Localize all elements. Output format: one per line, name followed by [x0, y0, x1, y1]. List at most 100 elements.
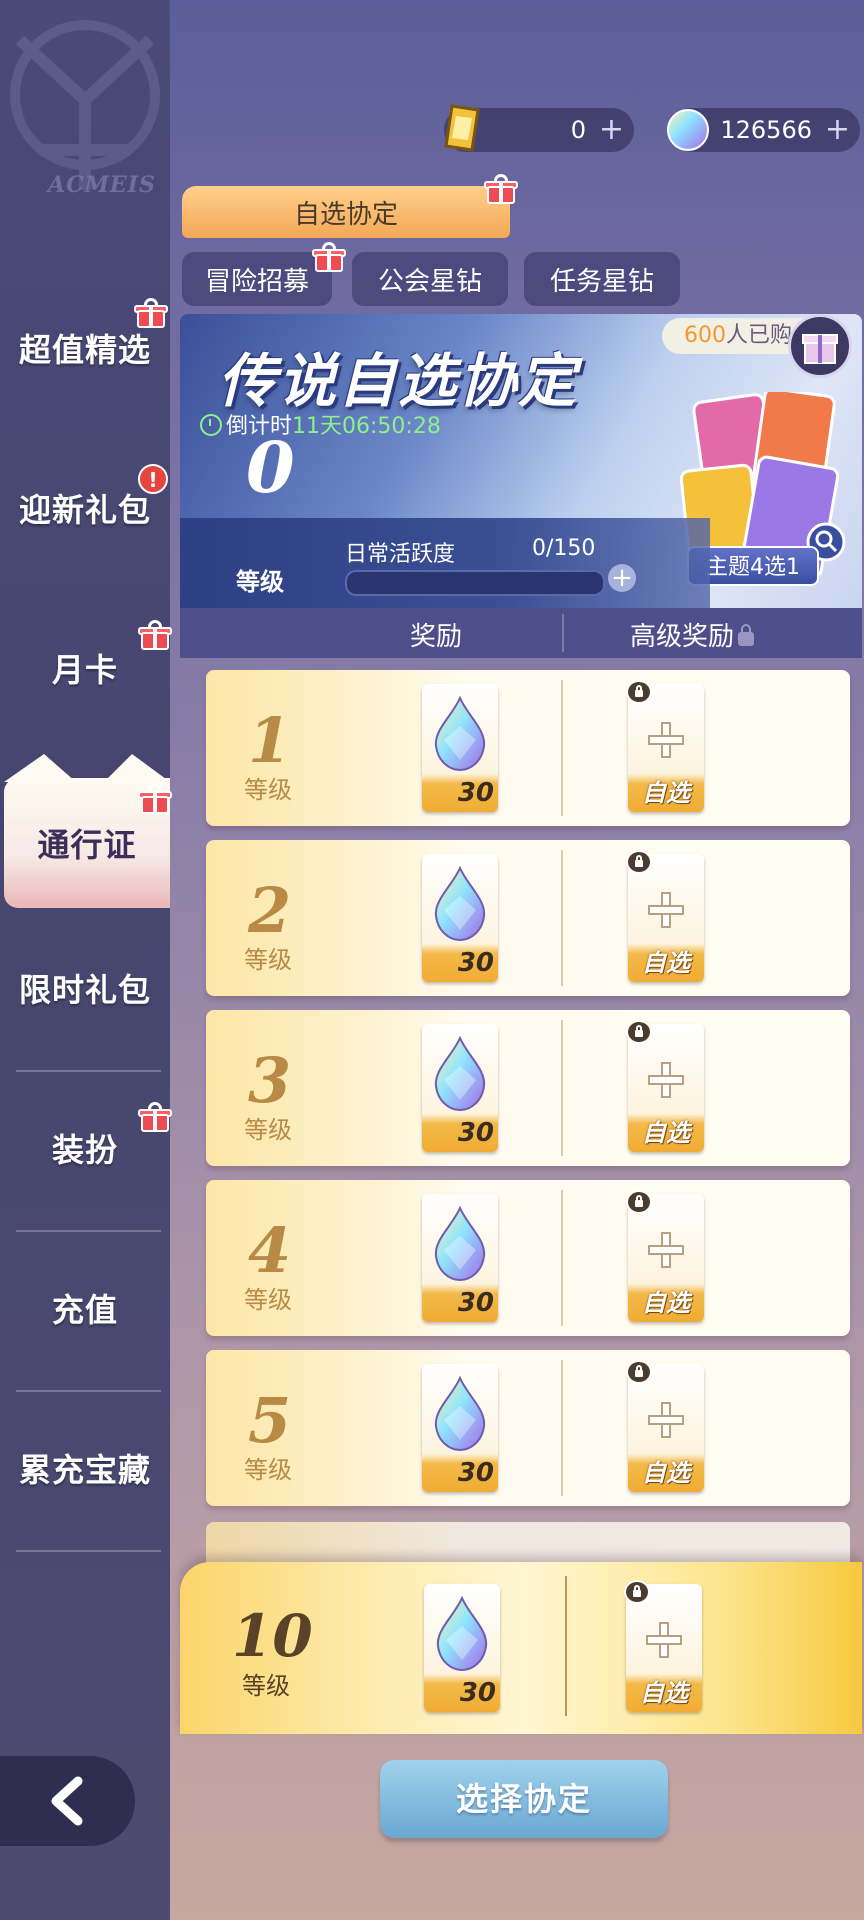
purchase-suffix: 人已购 [725, 323, 792, 348]
gift-icon [312, 242, 346, 272]
level-number: 10 [232, 1602, 313, 1670]
sidebar-item-label: 充值 [51, 1291, 118, 1329]
sidebar-item-recharge[interactable]: 充值 [0, 1228, 170, 1388]
countdown-time: 11天06:50:28 [292, 414, 441, 439]
level-label: 等级 [244, 1456, 292, 1484]
gift-box-button[interactable] [788, 314, 852, 378]
sidebar-item-monthly-card[interactable]: 月卡 [0, 588, 170, 748]
add-activity-button[interactable]: + [608, 564, 636, 592]
premium-reward-label: 自选 [642, 949, 690, 977]
sidebar-item-outfit[interactable]: 装扮 [0, 1068, 170, 1228]
gift-icon [484, 174, 518, 204]
currency-gold-ticket: 0 + [444, 104, 634, 152]
premium-reward-label: 自选 [642, 779, 690, 807]
level-row: 5 等级 30 自选 [206, 1350, 850, 1506]
row-divider [565, 1576, 567, 1716]
level-row: 4 等级 30 自选 [206, 1180, 850, 1336]
level-label: 等级 [244, 776, 292, 804]
sidebar-item-label: 迎新礼包 [18, 491, 151, 529]
sidebar-item-label: 装扮 [51, 1131, 118, 1169]
level-number: 4 [248, 1214, 292, 1287]
level-label: 等级 [244, 946, 292, 974]
row-divider [561, 1360, 563, 1496]
pass-banner: 传说自选协定 倒计时11天06:50:28 600人已购 主题4选1 0 等级 … [180, 314, 862, 608]
lock-icon [624, 1580, 650, 1604]
tab-guild-star-diamond[interactable]: 公会星钻 [352, 252, 508, 306]
premium-reward-header-label: 高级奖励 [630, 622, 735, 652]
premium-reward-card[interactable]: 自选 [626, 680, 704, 812]
sidebar: ACMEIS 超值精选 迎新礼包 ! 月卡 通行证 限时礼包 装扮 充值 累充宝… [0, 0, 172, 1920]
tab-custom-pact[interactable]: 自选协定 [182, 186, 510, 238]
sidebar-item-cumulative-treasure[interactable]: 累充宝藏 [0, 1388, 170, 1548]
level-row: 1 等级 30 自选 [206, 670, 850, 826]
back-button[interactable] [0, 1756, 135, 1846]
free-reward-card[interactable]: 30 [422, 854, 498, 982]
activity-progress-bar [345, 570, 605, 596]
choice-plus-icon [648, 1402, 684, 1438]
free-reward-card[interactable]: 30 [422, 684, 498, 812]
clock-icon [200, 414, 222, 436]
level-row: 2 等级 30 自选 [206, 840, 850, 996]
free-reward-card[interactable]: 30 [422, 1194, 498, 1322]
tab-adventure-recruit[interactable]: 冒险招募 [182, 252, 332, 306]
premium-reward-card[interactable]: 自选 [626, 1190, 704, 1322]
star-diamond-icon [434, 1036, 486, 1112]
sidebar-item-limited-pack[interactable]: 限时礼包 [0, 908, 170, 1068]
premium-reward-label: 自选 [642, 1119, 690, 1147]
activity-value: 0/150 [532, 536, 596, 561]
sidebar-item-value-picks[interactable]: 超值精选 [0, 268, 170, 428]
reward-count: 30 [457, 778, 494, 808]
header-divider [562, 614, 564, 652]
reward-count: 30 [457, 1458, 494, 1488]
reward-count: 30 [459, 1678, 496, 1708]
free-reward-card[interactable]: 30 [422, 1024, 498, 1152]
free-reward-card[interactable]: 30 [424, 1584, 500, 1712]
tab-task-star-diamond[interactable]: 任务星钻 [524, 252, 680, 306]
lock-icon [626, 1360, 652, 1384]
row-divider [561, 850, 563, 986]
premium-reward-header: 高级奖励 [630, 616, 755, 653]
premium-reward-card[interactable]: 自选 [626, 1360, 704, 1492]
alert-badge: ! [138, 464, 168, 494]
level-label: 等级 [244, 1286, 292, 1314]
free-reward-card[interactable]: 30 [422, 1364, 498, 1492]
current-level: 0 [246, 426, 295, 509]
star-diamond-icon [667, 109, 709, 151]
premium-reward-card[interactable]: 自选 [624, 1580, 702, 1712]
purchase-number: 600 [683, 323, 726, 348]
choice-plus-icon [646, 1622, 682, 1658]
sidebar-item-label: 累充宝藏 [18, 1451, 151, 1489]
row-divider [561, 1020, 563, 1156]
lock-icon [626, 1020, 652, 1044]
lock-icon [626, 850, 652, 874]
reward-count: 30 [457, 1118, 494, 1148]
sidebar-divider [16, 1550, 161, 1552]
level-number: 2 [248, 874, 292, 947]
select-pact-button[interactable]: 选择协定 [380, 1760, 668, 1838]
sidebar-item-label: 限时礼包 [18, 971, 151, 1009]
premium-reward-label: 自选 [642, 1459, 690, 1487]
level-label: 等级 [242, 1672, 290, 1700]
premium-reward-card[interactable]: 自选 [626, 1020, 704, 1152]
add-currency-button[interactable]: + [599, 115, 624, 145]
star-diamond-icon [434, 696, 486, 772]
level-number: 5 [248, 1384, 292, 1457]
level-number: 1 [248, 704, 292, 777]
currency-value: 0 [570, 116, 586, 144]
add-currency-button[interactable]: + [825, 115, 850, 145]
gift-icon [138, 784, 172, 814]
final-level-row: 10 等级 30 自选 [180, 1562, 862, 1734]
activity-label: 日常活跃度 [345, 542, 456, 567]
sidebar-item-label: 通行证 [37, 826, 137, 864]
premium-reward-card[interactable]: 自选 [626, 850, 704, 982]
star-diamond-icon [434, 866, 486, 942]
logo-text: ACMEIS [48, 172, 156, 198]
back-arrow-icon [51, 1776, 82, 1826]
row-divider [561, 1190, 563, 1326]
choice-plus-icon [648, 1232, 684, 1268]
gift-icon [138, 1102, 172, 1132]
sidebar-item-newcomer-pack[interactable]: 迎新礼包 [0, 428, 170, 588]
level-number: 3 [248, 1044, 292, 1117]
currency-value: 126566 [720, 116, 812, 144]
gold-ticket-icon [444, 104, 480, 152]
